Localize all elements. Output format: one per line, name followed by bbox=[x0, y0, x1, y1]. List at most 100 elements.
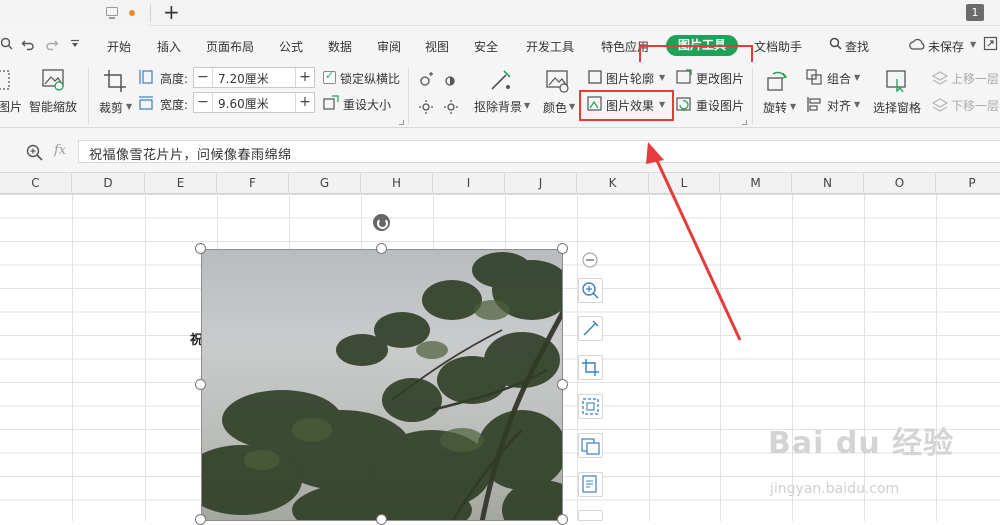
menu-find[interactable]: 查找 bbox=[845, 38, 869, 55]
contrast-decrease-icon[interactable] bbox=[443, 99, 459, 115]
align-button[interactable]: 对齐 bbox=[827, 97, 851, 114]
cloud-icon[interactable] bbox=[909, 38, 927, 51]
resize-handle-top-left[interactable] bbox=[195, 243, 206, 254]
width-value[interactable]: 9.60厘米 bbox=[218, 95, 269, 112]
menu-review[interactable]: 审阅 bbox=[377, 38, 401, 55]
menu-data[interactable]: 数据 bbox=[328, 38, 352, 55]
float-change-picture-button[interactable] bbox=[578, 433, 603, 458]
remove-background-dropdown-icon[interactable]: ▼ bbox=[524, 101, 530, 110]
reset-picture-button[interactable]: 重设图片 bbox=[696, 97, 744, 114]
collapse-toolbar-icon[interactable] bbox=[582, 252, 598, 268]
remove-background-button[interactable]: 抠除背景 bbox=[474, 98, 522, 115]
menu-unsaved-status[interactable]: 未保存 bbox=[928, 38, 964, 55]
size-group-launcher-icon[interactable] bbox=[399, 120, 404, 125]
share-icon[interactable] bbox=[983, 36, 998, 51]
picture-icon[interactable] bbox=[0, 70, 12, 92]
column-header-H[interactable]: H bbox=[361, 173, 433, 194]
color-dropdown-icon[interactable]: ▼ bbox=[569, 102, 575, 111]
width-decrease-button[interactable]: − bbox=[194, 93, 213, 112]
rotate-button[interactable]: 旋转 bbox=[763, 99, 787, 116]
menu-view[interactable]: 视图 bbox=[425, 38, 449, 55]
picture-outline-dropdown-icon[interactable]: ▼ bbox=[659, 73, 665, 82]
color-button[interactable]: 颜色 bbox=[543, 99, 567, 116]
column-header-O[interactable]: O bbox=[864, 173, 936, 194]
resize-handle-right[interactable] bbox=[557, 379, 568, 390]
float-remove-background-button[interactable] bbox=[578, 316, 603, 341]
reset-size-icon[interactable] bbox=[323, 95, 339, 111]
float-crop-button[interactable] bbox=[578, 355, 603, 380]
crop-button[interactable]: 裁剪 bbox=[99, 99, 123, 116]
search-icon[interactable] bbox=[0, 37, 14, 51]
quick-access-dropdown-icon[interactable] bbox=[70, 39, 80, 49]
column-header-K[interactable]: K bbox=[577, 173, 649, 194]
height-field[interactable]: − 7.20厘米 + bbox=[193, 67, 315, 88]
smart-zoom-icon[interactable] bbox=[41, 68, 67, 92]
brightness-decrease-icon[interactable] bbox=[418, 99, 434, 115]
brightness-increase-icon[interactable] bbox=[418, 72, 434, 88]
picture-outline-icon[interactable] bbox=[587, 69, 603, 85]
resize-handle-bottom-left[interactable] bbox=[195, 514, 206, 525]
column-header-D[interactable]: D bbox=[72, 173, 145, 194]
menu-home[interactable]: 开始 bbox=[107, 38, 131, 55]
remove-background-icon[interactable] bbox=[488, 69, 514, 93]
width-increase-button[interactable]: + bbox=[295, 93, 314, 112]
formula-input[interactable]: 祝福像雪花片片，问候像春雨绵绵 bbox=[78, 140, 1000, 163]
float-more-button[interactable] bbox=[578, 510, 603, 521]
fx-icon[interactable]: fx bbox=[54, 143, 66, 158]
crop-dropdown-icon[interactable]: ▼ bbox=[126, 102, 132, 111]
document-tab[interactable] bbox=[0, 0, 150, 26]
menu-security[interactable]: 安全 bbox=[474, 38, 498, 55]
height-value[interactable]: 7.20厘米 bbox=[218, 70, 269, 87]
column-header-G[interactable]: G bbox=[289, 173, 361, 194]
menu-page-layout[interactable]: 页面布局 bbox=[206, 38, 254, 55]
float-picture-to-text-button[interactable] bbox=[578, 472, 603, 497]
column-header-E[interactable]: E bbox=[145, 173, 217, 194]
resize-handle-left[interactable] bbox=[195, 379, 206, 390]
undo-icon[interactable] bbox=[21, 37, 35, 51]
height-increase-button[interactable]: + bbox=[295, 68, 314, 87]
rotate-handle[interactable] bbox=[373, 214, 390, 231]
column-header-P[interactable]: P bbox=[936, 173, 1000, 194]
search-icon[interactable] bbox=[829, 37, 843, 51]
float-zoom-button[interactable] bbox=[578, 278, 603, 303]
group-icon[interactable] bbox=[806, 69, 823, 86]
monitor-icon[interactable] bbox=[106, 7, 118, 19]
resize-handle-bottom-right[interactable] bbox=[557, 514, 568, 525]
reset-size-button[interactable]: 重设大小 bbox=[343, 96, 391, 113]
reset-picture-icon[interactable] bbox=[676, 96, 693, 113]
selection-pane-button[interactable]: 选择窗格 bbox=[873, 99, 921, 116]
lock-ratio-label[interactable]: 锁定纵横比 bbox=[340, 70, 400, 87]
zoom-in-icon[interactable] bbox=[26, 144, 44, 162]
align-icon[interactable] bbox=[806, 96, 823, 113]
unsaved-dropdown-icon[interactable]: ▼ bbox=[970, 40, 976, 49]
resize-handle-top[interactable] bbox=[376, 243, 387, 254]
color-icon[interactable] bbox=[546, 69, 570, 93]
column-header-N[interactable]: N bbox=[792, 173, 864, 194]
contrast-increase-icon[interactable] bbox=[443, 72, 459, 88]
width-field[interactable]: − 9.60厘米 + bbox=[193, 92, 315, 113]
menu-doc-assistant[interactable]: 文档助手 bbox=[754, 38, 802, 55]
picture-outline-button[interactable]: 图片轮廓 bbox=[606, 70, 654, 87]
column-header-J[interactable]: J bbox=[505, 173, 577, 194]
insert-picture-label[interactable]: 图片 bbox=[0, 98, 22, 115]
rotate-dropdown-icon[interactable]: ▼ bbox=[790, 102, 796, 111]
new-tab-button[interactable]: + bbox=[163, 1, 180, 23]
group-dropdown-icon[interactable]: ▼ bbox=[854, 73, 860, 82]
selection-pane-icon[interactable] bbox=[885, 69, 909, 93]
column-header-C[interactable]: C bbox=[0, 173, 72, 194]
group-button[interactable]: 组合 bbox=[827, 70, 851, 87]
align-dropdown-icon[interactable]: ▼ bbox=[854, 100, 860, 109]
smart-zoom-button[interactable]: 智能缩放 bbox=[29, 98, 77, 115]
resize-handle-top-right[interactable] bbox=[557, 243, 568, 254]
picture-group-launcher-icon[interactable] bbox=[742, 120, 747, 125]
rotate-icon[interactable] bbox=[765, 69, 789, 93]
change-picture-icon[interactable] bbox=[676, 69, 693, 86]
menu-insert[interactable]: 插入 bbox=[157, 38, 181, 55]
redo-icon[interactable] bbox=[45, 37, 59, 51]
column-header-I[interactable]: I bbox=[433, 173, 505, 194]
height-decrease-button[interactable]: − bbox=[194, 68, 213, 87]
selected-picture[interactable] bbox=[201, 249, 563, 521]
menu-formulas[interactable]: 公式 bbox=[279, 38, 303, 55]
menu-developer[interactable]: 开发工具 bbox=[526, 38, 574, 55]
formula-content[interactable]: 祝福像雪花片片，问候像春雨绵绵 bbox=[89, 144, 292, 163]
